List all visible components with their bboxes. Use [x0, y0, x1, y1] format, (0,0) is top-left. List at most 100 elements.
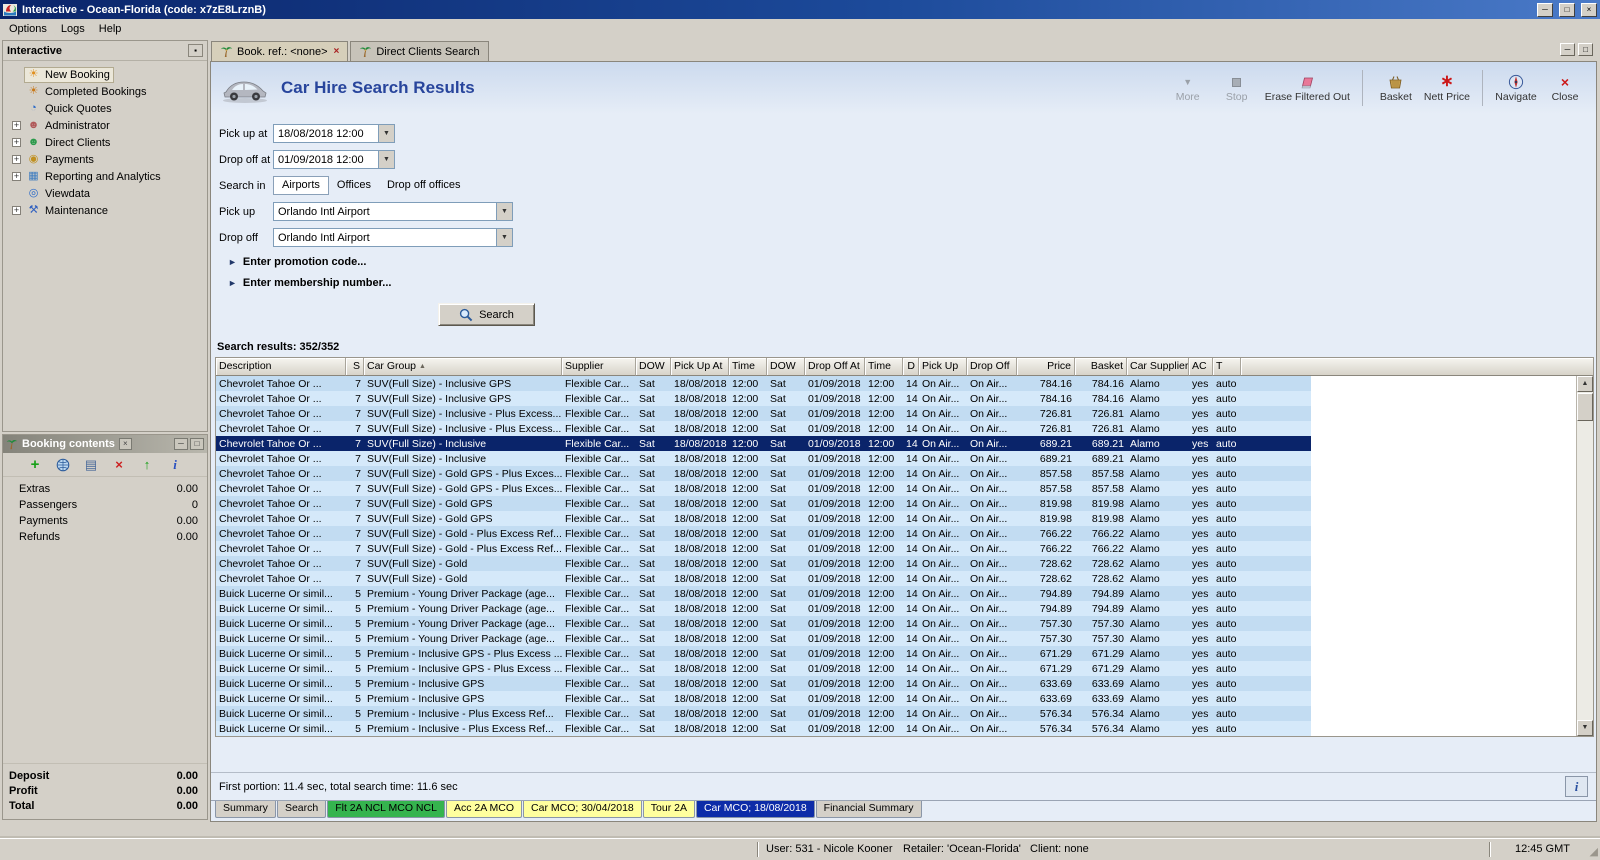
table-row[interactable]: Buick Lucerne Or simil...5Premium - Youn… [216, 616, 1311, 631]
table-row[interactable]: Chevrolet Tahoe Or ...7SUV(Full Size) - … [216, 391, 1311, 406]
menu-item-help[interactable]: Help [92, 21, 129, 37]
navigate-button[interactable]: Navigate [1495, 74, 1537, 103]
booking-row-passengers[interactable]: Passengers0 [3, 497, 207, 513]
expand-icon[interactable]: + [12, 155, 21, 164]
maximize-button[interactable]: □ [1559, 3, 1575, 17]
sidebar-item-reporting-and-analytics[interactable]: +▦Reporting and Analytics [3, 168, 207, 185]
expand-icon[interactable]: + [12, 121, 21, 130]
menu-item-options[interactable]: Options [2, 21, 54, 37]
column-header-pick-up-11[interactable]: Pick Up [919, 358, 967, 376]
menu-item-logs[interactable]: Logs [54, 21, 92, 37]
stop-button[interactable]: Stop [1216, 74, 1258, 103]
table-row[interactable]: Buick Lucerne Or simil...5Premium - Incl… [216, 676, 1311, 691]
scroll-down-icon[interactable]: ▼ [1577, 720, 1593, 736]
table-row[interactable]: Chevrolet Tahoe Or ...7SUV(Full Size) - … [216, 511, 1311, 526]
bottom-tab-summary[interactable]: Summary [215, 801, 276, 818]
search-in-airports[interactable]: Airports [273, 176, 329, 195]
table-row[interactable]: Buick Lucerne Or simil...5Premium - Incl… [216, 721, 1311, 736]
column-header-drop-off-12[interactable]: Drop Off [967, 358, 1017, 376]
tab-close-icon[interactable]: × [334, 46, 340, 57]
sidebar-item-completed-bookings[interactable]: ☀Completed Bookings [3, 83, 207, 100]
table-row[interactable]: Buick Lucerne Or simil...5Premium - Incl… [216, 691, 1311, 706]
upload-icon[interactable]: ↑ [139, 457, 155, 473]
table-row[interactable]: Chevrolet Tahoe Or ...7SUV(Full Size) - … [216, 481, 1311, 496]
mdi-restore-button[interactable]: □ [1578, 43, 1593, 56]
sidebar-item-viewdata[interactable]: ◎Viewdata [3, 185, 207, 202]
booking-row-extras[interactable]: Extras0.00 [3, 481, 207, 497]
chevron-down-icon[interactable]: ▼ [378, 125, 394, 142]
scroll-up-icon[interactable]: ▲ [1577, 376, 1593, 392]
table-row[interactable]: Buick Lucerne Or simil...5Premium - Incl… [216, 646, 1311, 661]
tab-direct-clients-search[interactable]: Direct Clients Search [350, 41, 488, 61]
chevron-down-icon[interactable]: ▼ [378, 151, 394, 168]
resize-grip-icon[interactable]: ◢ [1590, 845, 1598, 858]
column-header-dow-4[interactable]: DOW [636, 358, 671, 376]
search-in-offices[interactable]: Offices [329, 177, 379, 194]
table-row[interactable]: Buick Lucerne Or simil...5Premium - Youn… [216, 601, 1311, 616]
column-header-d-10[interactable]: D [903, 358, 919, 376]
basket-button[interactable]: Basket [1375, 74, 1417, 103]
table-row[interactable]: Chevrolet Tahoe Or ...7SUV(Full Size) - … [216, 541, 1311, 556]
bottom-tab-tour-2a[interactable]: Tour 2A [643, 801, 695, 818]
pickup-at-select[interactable]: 18/08/2018 12:00 ▼ [273, 124, 395, 143]
booking-contents-close-icon[interactable]: × [119, 438, 132, 450]
expand-icon[interactable]: + [12, 206, 21, 215]
table-row[interactable]: Chevrolet Tahoe Or ...7SUV(Full Size) - … [216, 421, 1311, 436]
table-row[interactable]: Buick Lucerne Or simil...5Premium - Youn… [216, 586, 1311, 601]
sidebar-item-payments[interactable]: +◉Payments [3, 151, 207, 168]
column-header-price-13[interactable]: Price [1017, 358, 1075, 376]
close-button[interactable]: × [1581, 3, 1597, 17]
vertical-scrollbar[interactable]: ▲ ▼ [1576, 376, 1593, 736]
bottom-tab-car-mco-30-04-2018[interactable]: Car MCO; 30/04/2018 [523, 801, 642, 818]
sidebar-item-administrator[interactable]: +☻Administrator [3, 117, 207, 134]
column-header-description-0[interactable]: Description [216, 358, 346, 376]
expand-icon[interactable]: + [12, 172, 21, 181]
mdi-minimize-button[interactable]: ─ [1560, 43, 1575, 56]
search-in-drop-off-offices[interactable]: Drop off offices [379, 177, 469, 194]
column-header-pick-up-at-5[interactable]: Pick Up At [671, 358, 729, 376]
column-header-drop-off-at-8[interactable]: Drop Off At [805, 358, 865, 376]
table-row[interactable]: Chevrolet Tahoe Or ...7SUV(Full Size) - … [216, 466, 1311, 481]
table-row[interactable]: Chevrolet Tahoe Or ...7SUV(Full Size) - … [216, 436, 1311, 451]
column-header-time-9[interactable]: Time [865, 358, 903, 376]
scrollbar-thumb[interactable] [1577, 393, 1593, 421]
column-header-ac-16[interactable]: AC [1189, 358, 1213, 376]
sidebar-item-new-booking[interactable]: ☀New Booking [3, 66, 207, 83]
expand-icon[interactable]: + [12, 138, 21, 147]
dropoff-select[interactable]: Orlando Intl Airport ▼ [273, 228, 513, 247]
table-row[interactable]: Chevrolet Tahoe Or ...7SUV(Full Size) - … [216, 496, 1311, 511]
info-icon[interactable]: i [167, 457, 183, 473]
search-button[interactable]: Search [438, 303, 535, 326]
column-header-t-17[interactable]: T [1213, 358, 1241, 376]
chevron-down-icon[interactable]: ▼ [496, 229, 512, 246]
booking-row-payments[interactable]: Payments0.00 [3, 513, 207, 529]
sidebar-item-maintenance[interactable]: +⚒Maintenance [3, 202, 207, 219]
table-row[interactable]: Chevrolet Tahoe Or ...7SUV(Full Size) - … [216, 451, 1311, 466]
column-header-car-group-2[interactable]: Car Group▲ [364, 358, 562, 376]
dropoff-at-select[interactable]: 01/09/2018 12:00 ▼ [273, 150, 395, 169]
table-row[interactable]: Chevrolet Tahoe Or ...7SUV(Full Size) - … [216, 556, 1311, 571]
column-header-supplier-3[interactable]: Supplier [562, 358, 636, 376]
table-row[interactable]: Chevrolet Tahoe Or ...7SUV(Full Size) - … [216, 526, 1311, 541]
sidebar-item-quick-quotes[interactable]: ◔Quick Quotes [3, 100, 207, 117]
minimize-button[interactable]: ─ [1537, 3, 1553, 17]
table-row[interactable]: Chevrolet Tahoe Or ...7SUV(Full Size) - … [216, 571, 1311, 586]
add-icon[interactable]: + [27, 457, 43, 473]
membership-number-expander[interactable]: ► Enter membership number... [228, 277, 1596, 289]
sidebar-item-direct-clients[interactable]: +☻Direct Clients [3, 134, 207, 151]
table-row[interactable]: Chevrolet Tahoe Or ...7SUV(Full Size) - … [216, 406, 1311, 421]
delete-icon[interactable]: × [111, 457, 127, 473]
column-header-basket-14[interactable]: Basket [1075, 358, 1127, 376]
table-row[interactable]: Chevrolet Tahoe Or ...7SUV(Full Size) - … [216, 376, 1311, 391]
bottom-tab-search[interactable]: Search [277, 801, 326, 818]
booking-row-refunds[interactable]: Refunds0.00 [3, 529, 207, 545]
column-header-time-6[interactable]: Time [729, 358, 767, 376]
table-row[interactable]: Buick Lucerne Or simil...5Premium - Incl… [216, 706, 1311, 721]
booking-contents-maximize-button[interactable]: □ [190, 438, 204, 450]
table-row[interactable]: Buick Lucerne Or simil...5Premium - Incl… [216, 661, 1311, 676]
erase-filtered-out-button[interactable]: Erase Filtered Out [1265, 74, 1350, 103]
panel-collapse-button[interactable]: ▪ [188, 44, 203, 57]
nett-price-button[interactable]: ∗Nett Price [1424, 74, 1470, 103]
column-header-dow-7[interactable]: DOW [767, 358, 805, 376]
close-button[interactable]: ×Close [1544, 74, 1586, 103]
